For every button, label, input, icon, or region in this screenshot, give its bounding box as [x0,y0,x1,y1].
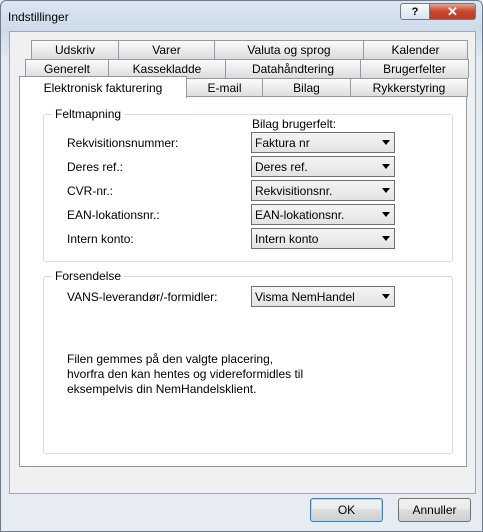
tab-label: Udskriv [54,43,95,57]
chevron-down-icon [382,212,390,217]
info-text: Filen gemmes på den valgte placering, hv… [67,352,303,397]
help-icon: ? [411,5,419,18]
tab-label: Elektronisk fakturering [43,80,163,95]
ok-label: OK [337,503,356,517]
chevron-down-icon [382,236,390,241]
tab-valuta-og-sprog[interactable]: Valuta og sprog [214,40,364,59]
tab-elektronisk-fakturering[interactable]: Elektronisk fakturering [19,76,187,98]
deres-ref-label: Deres ref.: [67,160,124,174]
vans-label: VANS-leverandør/-formidler: [67,290,218,304]
tab-label: Rykkerstyring [372,81,446,95]
rekvisitionsnummer-label: Rekvisitionsnummer: [67,136,179,150]
bilag-brugerfelt-header: Bilag brugerfelt: [252,117,337,131]
tab-bilag[interactable]: Bilag [262,78,351,97]
deres-ref-select[interactable]: Deres ref. [251,156,395,177]
ean-lokationsnr-select[interactable]: EAN-lokationsnr. [251,204,395,225]
tab-label: Brugerfelter [383,62,446,76]
cancel-button[interactable]: Annuller [398,498,471,522]
select-value: Visma NemHandel [255,289,355,304]
tab-label: Generelt [43,62,91,76]
cancel-label: Annuller [412,503,457,517]
cvr-nr-select[interactable]: Rekvisitionsnr. [251,180,395,201]
select-value: Intern konto [255,231,319,246]
tab-label: Kalender [391,43,440,57]
select-value: Rekvisitionsnr. [255,183,333,198]
ean-lokationsnr-label: EAN-lokationsnr.: [67,208,160,222]
info-line: hvorfra den kan hentes og videreformidle… [67,367,304,381]
chevron-down-icon [382,294,390,299]
tab-varer[interactable]: Varer [118,40,215,59]
select-value: Deres ref. [255,159,308,174]
info-line: Filen gemmes på den valgte placering, [67,352,274,366]
forsendelse-title: Forsendelse [52,269,125,283]
chevron-down-icon [382,140,390,145]
intern-konto-label: Intern konto: [67,232,134,246]
tab-udskriv[interactable]: Udskriv [31,40,119,59]
tab-label: Bilag [293,81,320,95]
rekvisitionsnummer-select[interactable]: Faktura nr [251,132,395,153]
tab-email[interactable]: E-mail [186,78,263,97]
tab-label: Valuta og sprog [247,43,331,57]
intern-konto-select[interactable]: Intern konto [251,228,395,249]
title-bar[interactable]: Indstillinger ? ✕ [1,1,482,31]
chevron-down-icon [382,164,390,169]
feltmapning-title: Feltmapning [52,107,125,121]
tab-label: E-mail [207,81,242,95]
settings-dialog: Indstillinger ? ✕ Udskriv Varer Valuta o… [0,0,483,532]
tab-kalender[interactable]: Kalender [363,40,468,59]
ok-button[interactable]: OK [310,498,383,522]
close-button[interactable]: ✕ [429,3,476,20]
tab-label: Datahåndtering [251,62,335,76]
tab-brugerfelter[interactable]: Brugerfelter [360,59,469,78]
tab-panel-elektronisk-fakturering: Feltmapning Bilag brugerfelt: Rekvisitio… [19,96,467,467]
help-button[interactable]: ? [400,3,430,20]
chevron-down-icon [382,188,390,193]
tab-rykkerstyring[interactable]: Rykkerstyring [350,78,468,97]
tab-datahaandtering[interactable]: Datahåndtering [225,59,361,78]
window-title: Indstillinger [8,10,69,24]
tab-label: Kassekladde [132,62,202,76]
select-value: Faktura nr [255,135,310,150]
close-icon: ✕ [447,3,458,19]
select-value: EAN-lokationsnr. [255,207,345,222]
cvr-nr-label: CVR-nr.: [67,184,114,198]
vans-select[interactable]: Visma NemHandel [251,286,395,307]
tab-label: Varer [152,43,181,57]
info-line: eksempelvis din NemHandelsklient. [67,382,257,396]
